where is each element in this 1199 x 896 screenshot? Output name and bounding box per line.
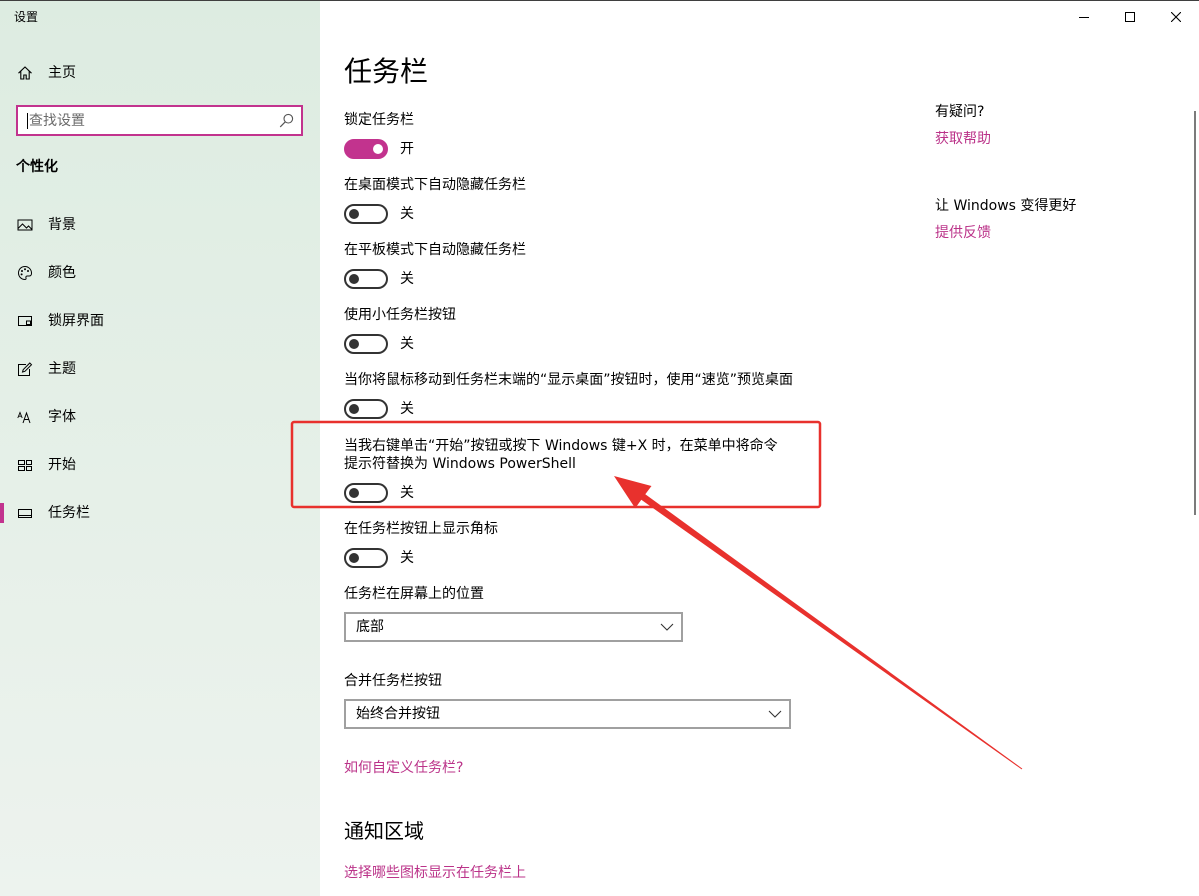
maximize-button[interactable] [1107,1,1153,33]
show-badges-toggle[interactable] [344,548,388,568]
setting-label: 锁定任务栏 [344,112,414,128]
toggle-row: 关 [344,204,526,224]
peek-preview-toggle[interactable] [344,399,388,419]
toggle-row: 关 [344,334,456,354]
toggle-state-label: 开 [400,141,414,157]
palette-icon [17,265,33,281]
sidebar-item-label: 锁屏界面 [48,313,104,329]
window-border [0,0,1199,1]
sidebar-item-label: 背景 [48,217,76,233]
toggle-knob [349,274,359,284]
toggle-row: 关 [344,399,793,419]
picture-icon [17,217,33,233]
customize-taskbar-link[interactable]: 如何自定义任务栏? [344,759,463,777]
sidebar-item-home[interactable]: 主页 [0,53,320,93]
dropdown-value: 始终合并按钮 [356,706,440,722]
text-caret [27,113,28,129]
give-feedback-link[interactable]: 提供反馈 [935,224,991,242]
toggle-knob [349,209,359,219]
lock-taskbar-toggle[interactable] [344,139,388,159]
combine-buttons-label: 合并任务栏按钮 [344,673,442,689]
question-heading: 有疑问? [935,104,985,120]
setting-label: 在桌面模式下自动隐藏任务栏 [344,177,526,193]
small-buttons-toggle[interactable] [344,334,388,354]
sidebar-item-fonts[interactable]: 字体 [0,397,320,437]
search-icon[interactable] [279,113,294,128]
setting-label: 使用小任务栏按钮 [344,307,456,323]
toggle-row: 关 [344,548,498,568]
sidebar-item-lock-screen[interactable]: 锁屏界面 [0,301,320,341]
sidebar-item-label: 主题 [48,361,76,377]
setting-powershell-replace: 当我右键单击“开始”按钮或按下 Windows 键+X 时，在菜单中将命令提示符… [344,437,789,503]
auto-hide-tablet-toggle[interactable] [344,269,388,289]
toggle-state-label: 关 [400,485,414,501]
sidebar-item-label: 开始 [48,457,76,473]
toggle-knob [349,339,359,349]
setting-auto-hide-desktop: 在桌面模式下自动隐藏任务栏 关 [344,176,526,224]
toggle-row: 开 [344,139,414,159]
toggle-state-label: 关 [400,271,414,287]
taskbar-position-dropdown[interactable]: 底部 [344,612,683,642]
page-title: 任务栏 [344,55,429,88]
notification-area-heading: 通知区域 [344,819,424,843]
setting-lock-taskbar: 锁定任务栏 开 [344,111,414,159]
toggle-knob [349,553,359,563]
setting-label: 当你将鼠标移动到任务栏末端的“显示桌面”按钮时，使用“速览”预览桌面 [344,372,794,388]
setting-show-badges: 在任务栏按钮上显示角标 关 [344,520,498,568]
search-box[interactable] [16,105,303,136]
sidebar-item-label: 主页 [48,65,76,81]
toggle-state-label: 关 [400,336,414,352]
notification-icons-link[interactable]: 选择哪些图标显示在任务栏上 [344,864,526,882]
sidebar-item-background[interactable]: 背景 [0,205,320,245]
toggle-knob [349,488,359,498]
minimize-button[interactable] [1061,1,1107,33]
toggle-row: 关 [344,483,789,503]
selection-indicator [0,503,4,523]
toggle-knob [373,144,383,154]
toggle-state-label: 关 [400,206,414,222]
close-button[interactable] [1153,1,1199,33]
improve-windows-heading: 让 Windows 变得更好 [935,198,1077,214]
maximize-icon [1125,12,1135,22]
toggle-state-label: 关 [400,401,414,417]
chevron-down-icon [660,623,674,631]
close-icon [1171,12,1181,22]
sidebar-item-taskbar[interactable]: 任务栏 [0,493,320,533]
chevron-down-icon [768,710,782,718]
lock-screen-icon [17,313,33,329]
sidebar-item-label: 颜色 [48,265,76,281]
setting-label: 在任务栏按钮上显示角标 [344,521,498,537]
sidebar: 设置 主页 个性化 背景 颜色 锁屏界面 [0,0,320,896]
taskbar-icon [17,505,33,521]
start-icon [17,457,33,473]
dropdown-value: 底部 [356,619,384,635]
sidebar-item-label: 任务栏 [48,505,90,521]
home-icon [17,65,33,81]
taskbar-position-label: 任务栏在屏幕上的位置 [344,586,484,602]
sidebar-item-start[interactable]: 开始 [0,445,320,485]
setting-auto-hide-tablet: 在平板模式下自动隐藏任务栏 关 [344,241,526,289]
toggle-row: 关 [344,269,526,289]
setting-label: 在平板模式下自动隐藏任务栏 [344,242,526,258]
font-icon [17,409,33,425]
powershell-replace-toggle[interactable] [344,483,388,503]
auto-hide-desktop-toggle[interactable] [344,204,388,224]
combine-buttons-dropdown[interactable]: 始终合并按钮 [344,699,791,729]
sidebar-item-colors[interactable]: 颜色 [0,253,320,293]
window-title: 设置 [14,10,39,24]
toggle-knob [349,404,359,414]
scrollbar-thumb[interactable] [1194,111,1196,515]
section-heading-personalization: 个性化 [16,159,58,175]
setting-peek-preview: 当你将鼠标移动到任务栏末端的“显示桌面”按钮时，使用“速览”预览桌面 关 [344,371,793,419]
get-help-link[interactable]: 获取帮助 [935,130,991,148]
setting-small-buttons: 使用小任务栏按钮 关 [344,306,456,354]
sidebar-item-label: 字体 [48,409,76,425]
sidebar-item-themes[interactable]: 主题 [0,349,320,389]
toggle-state-label: 关 [400,550,414,566]
theme-icon [17,361,33,377]
setting-label: 当我右键单击“开始”按钮或按下 Windows 键+X 时，在菜单中将命令提示符… [344,438,778,472]
minimize-icon [1079,12,1089,22]
search-input[interactable] [18,107,268,134]
